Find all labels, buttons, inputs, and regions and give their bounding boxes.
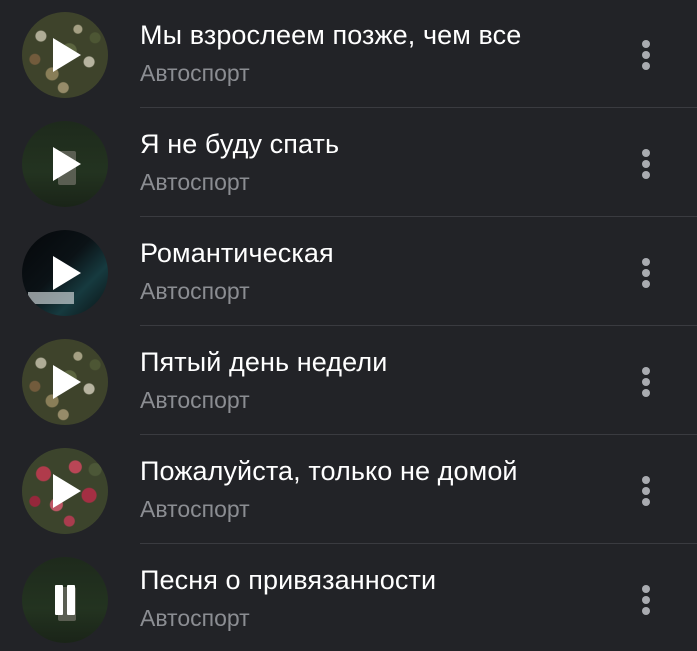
track-title: Пятый день недели: [140, 347, 388, 377]
track-artist: Автоспорт: [140, 387, 250, 413]
track-artist: Автоспорт: [140, 169, 250, 195]
pause-icon[interactable]: [53, 585, 77, 615]
track-title: Романтическая: [140, 238, 334, 268]
divider: [140, 325, 697, 326]
track-artist: Автоспорт: [140, 605, 250, 631]
more-options-icon[interactable]: [632, 248, 662, 296]
track-title: Мы взрослеем позже, чем все: [140, 20, 522, 50]
track-list: Мы взрослеем позже, чем все Автоспорт Я …: [0, 0, 697, 651]
more-options-icon[interactable]: [632, 575, 662, 623]
more-options-icon[interactable]: [632, 357, 662, 405]
track-title: Я не буду спать: [140, 129, 340, 159]
divider: [140, 543, 697, 544]
album-cover[interactable]: [22, 557, 108, 643]
more-options-icon[interactable]: [632, 30, 662, 78]
track-row[interactable]: Пятый день недели Автоспорт: [0, 327, 697, 435]
track-artist: Автоспорт: [140, 278, 250, 304]
more-options-icon[interactable]: [632, 466, 662, 514]
play-icon[interactable]: [53, 365, 81, 399]
play-icon[interactable]: [53, 256, 81, 290]
play-icon[interactable]: [53, 147, 81, 181]
play-icon[interactable]: [53, 38, 81, 72]
album-cover[interactable]: [22, 448, 108, 534]
track-title: Пожалуйста, только не домой: [140, 456, 518, 486]
more-options-icon[interactable]: [632, 139, 662, 187]
album-cover[interactable]: [22, 339, 108, 425]
track-row[interactable]: Пожалуйста, только не домой Автоспорт: [0, 436, 697, 544]
track-row[interactable]: Я не буду спать Автоспорт: [0, 109, 697, 217]
divider: [140, 107, 697, 108]
divider: [140, 216, 697, 217]
album-cover[interactable]: [22, 121, 108, 207]
divider: [140, 434, 697, 435]
track-title: Песня о привязанности: [140, 565, 437, 595]
album-cover[interactable]: [22, 12, 108, 98]
track-row[interactable]: Мы взрослеем позже, чем все Автоспорт: [0, 0, 697, 108]
album-cover[interactable]: [22, 230, 108, 316]
track-row[interactable]: Песня о привязанности Автоспорт: [0, 545, 697, 651]
track-row[interactable]: Романтическая Автоспорт: [0, 218, 697, 326]
play-icon[interactable]: [53, 474, 81, 508]
track-artist: Автоспорт: [140, 496, 250, 522]
track-artist: Автоспорт: [140, 60, 250, 86]
